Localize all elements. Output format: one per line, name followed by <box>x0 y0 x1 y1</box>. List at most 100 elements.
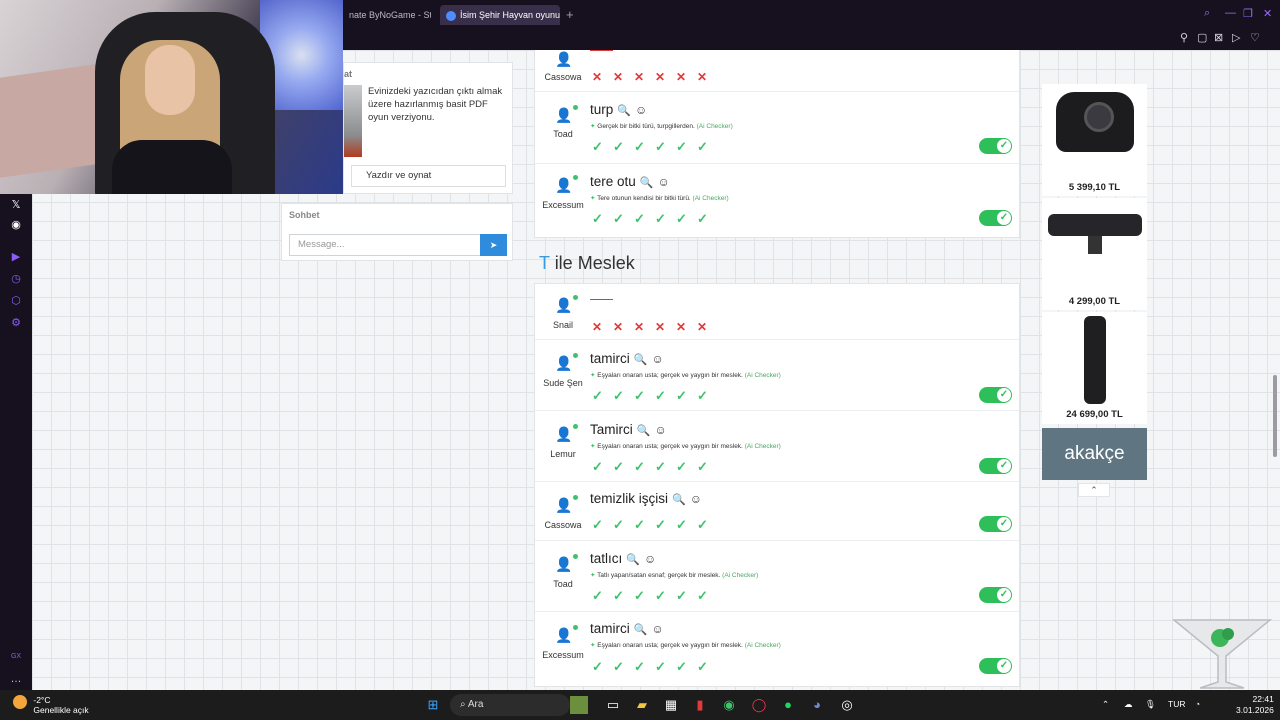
ai-checker-note: ✦ Eşyaları onaran usta; gerçek ve yaygın… <box>590 372 781 379</box>
category-title: T ile Meslek <box>539 253 635 273</box>
wifi-icon[interactable]: ◔ <box>1195 699 1200 709</box>
ai-checker-note: ✦ Eşyaları onaran usta; gerçek ve yaygın… <box>590 443 781 450</box>
player-icon[interactable]: ▶ <box>9 250 23 264</box>
widgets-icon[interactable] <box>570 696 588 714</box>
accept-toggle[interactable]: ✓ <box>979 387 1012 403</box>
search-icon[interactable]: 🔍 <box>672 494 686 506</box>
browser-tab-stream[interactable]: nate ByNoGame - Strea <box>343 5 431 25</box>
mic-icon[interactable]: 🎙 <box>1145 699 1156 710</box>
emoji-icon[interactable]: ☺ <box>651 622 663 636</box>
search-icon[interactable]: ⌕ <box>1204 7 1210 20</box>
user-icon: 👤 <box>555 297 573 313</box>
send-button[interactable]: ➤ <box>480 234 507 256</box>
search-icon[interactable]: 🔍 <box>634 624 648 636</box>
akakce-logo[interactable]: akakçe <box>1042 428 1147 480</box>
weather-text: Genellikle açık <box>33 705 89 715</box>
discord-icon[interactable]: ◉ <box>9 218 23 232</box>
search-icon[interactable]: 🔍 <box>617 105 631 117</box>
chat-input[interactable]: Message... <box>289 234 481 256</box>
vote-marks: ✓ ✓ ✓ ✓ ✓ ✓ <box>592 459 708 474</box>
pin-icon[interactable]: ⚲ <box>1180 31 1188 44</box>
emoji-icon[interactable]: ☺ <box>657 175 669 189</box>
close-button[interactable]: ✕ <box>1263 7 1272 20</box>
emoji-icon[interactable]: ☺ <box>644 552 656 566</box>
task-view-icon[interactable]: ▭ <box>604 696 622 714</box>
spotify-icon[interactable]: ● <box>779 696 797 714</box>
new-tab-button[interactable]: + <box>566 7 574 22</box>
search-icon: ⌕ <box>460 699 466 710</box>
date: 3.01.2026 <box>1236 705 1274 715</box>
x-icon[interactable]: 𝕏 <box>9 198 23 212</box>
accept-toggle[interactable]: ✓ <box>979 516 1012 532</box>
ad-price: 24 699,00 TL <box>1066 409 1123 420</box>
search-icon[interactable]: 🔍 <box>626 554 640 566</box>
answer-row: 👤 Cassowa ✕ ✕ ✕ ✕ ✕ ✕ <box>535 50 1019 92</box>
store-icon[interactable]: ▦ <box>662 696 680 714</box>
print-play-button[interactable]: Yazdır ve oynat <box>351 165 506 187</box>
accept-toggle[interactable]: ✓ <box>979 138 1012 154</box>
answer-row: 👤 Snail ✕ ✕ ✕ ✕ ✕ ✕ <box>535 284 1019 340</box>
emoji-icon[interactable]: ☺ <box>651 352 663 366</box>
taskbar: -2°C Genellikle açık ⊞ ⌕ Ara ▭ ▰ ▦ ▮ ◉ ◯… <box>0 690 1280 720</box>
answer-text: tamirci 🔍 ☺ <box>590 621 664 636</box>
search-icon[interactable]: 🔍 <box>637 425 651 437</box>
network-icon[interactable]: ☁ <box>1124 699 1133 710</box>
player-name: Excessum <box>542 200 584 210</box>
more-icon[interactable]: … <box>9 672 23 686</box>
history-icon[interactable]: ◷ <box>9 272 23 286</box>
search-icon[interactable]: 🔍 <box>640 177 654 189</box>
heart-icon[interactable]: ♡ <box>1250 31 1260 44</box>
accept-toggle[interactable]: ✓ <box>979 210 1012 226</box>
scrollbar[interactable] <box>1273 375 1277 457</box>
windows-start-icon[interactable]: ⊞ <box>424 696 442 714</box>
emoji-icon[interactable]: ☺ <box>654 423 666 437</box>
chat-panel: Sohbet Message... ➤ <box>281 203 513 261</box>
settings-icon[interactable]: ⚙ <box>9 316 23 330</box>
cube-icon[interactable]: ⬡ <box>9 294 23 308</box>
emoji-icon[interactable]: ☺ <box>690 492 702 506</box>
online-dot <box>573 175 578 180</box>
taskbar-search[interactable]: ⌕ Ara <box>450 694 570 716</box>
gx-icon[interactable]: GX <box>9 650 23 664</box>
app-icon[interactable]: ▮ <box>691 696 709 714</box>
player-name: Sude Şen <box>543 378 583 388</box>
ad-price: 5 399,10 TL <box>1068 182 1121 193</box>
vote-marks: ✓ ✓ ✓ ✓ ✓ ✓ <box>592 588 708 603</box>
pdf-thumbnail <box>344 85 362 157</box>
temperature: -2°C <box>33 695 51 705</box>
webcam-product-image <box>1056 92 1134 152</box>
ad-webcam-1[interactable]: 5 399,10 TL <box>1042 84 1147 196</box>
accept-toggle[interactable]: ✓ <box>979 658 1012 674</box>
weather-widget[interactable]: -2°C Genellikle açık <box>13 695 89 715</box>
vote-marks: ✓ ✓ ✓ ✓ ✓ ✓ <box>592 139 708 154</box>
discord-icon[interactable]: ◕ <box>808 696 826 714</box>
chevron-up-icon[interactable]: ⌃ <box>1078 483 1110 497</box>
time: 22:41 <box>1252 694 1274 704</box>
browser-tab-game[interactable]: İsim Şehir Hayvan oyunun <box>440 5 560 25</box>
extension-icon[interactable]: ⊠ <box>1214 31 1223 44</box>
screenshot-icon[interactable]: ▢ <box>1197 31 1207 44</box>
whatsapp-icon[interactable]: ◉ <box>720 696 738 714</box>
steam-icon[interactable]: ◎ <box>838 696 856 714</box>
player-name: Toad <box>553 579 573 589</box>
ad-camera-3[interactable]: 24 699,00 TL <box>1042 312 1147 424</box>
ad-webcam-2[interactable]: 4 299,00 TL <box>1042 198 1147 310</box>
player-name: Excessum <box>542 650 584 660</box>
player-name: Cassowa <box>544 72 582 82</box>
search-icon[interactable]: 🔍 <box>634 354 648 366</box>
emoji-icon[interactable]: ☺ <box>635 103 647 117</box>
answers-card-meslek: 👤 Snail ✕ ✕ ✕ ✕ ✕ ✕ 👤 Sude Şen tamirci 🔍 ☺ ✦ Eş… <box>534 283 1020 687</box>
minimize-button[interactable]: — <box>1225 7 1236 19</box>
tray-chevron-icon[interactable]: ⌃ <box>1102 699 1109 710</box>
accept-toggle[interactable]: ✓ <box>979 458 1012 474</box>
file-explorer-icon[interactable]: ▰ <box>633 696 651 714</box>
language-indicator[interactable]: TUR <box>1168 699 1185 709</box>
restore-button[interactable]: ❐ <box>1243 7 1253 20</box>
user-star-icon: 👤 <box>555 177 573 193</box>
answer-text: Tamirci 🔍 ☺ <box>590 422 667 437</box>
accept-toggle[interactable]: ✓ <box>979 587 1012 603</box>
clock[interactable]: 22:41 3.01.2026 <box>1236 694 1274 716</box>
play-icon[interactable]: ▷ <box>1232 31 1240 44</box>
panel-text: Evinizdeki yazıcıdan çıktı almak üzere h… <box>368 86 503 123</box>
opera-gx-icon[interactable]: ◯ <box>750 696 768 714</box>
